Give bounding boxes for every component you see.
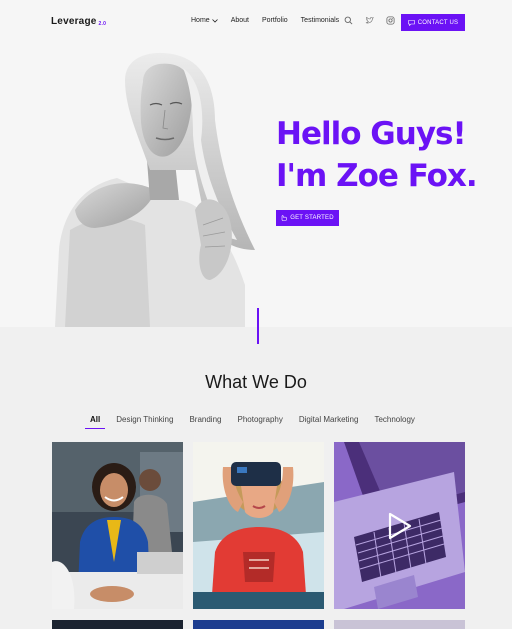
nav-portfolio-label: Portfolio (261, 17, 288, 24)
chevron-down-icon (211, 18, 218, 23)
get-started-button[interactable]: GET STARTED (276, 210, 339, 226)
hand-pointer-icon (281, 215, 287, 221)
get-started-label: GET STARTED (290, 215, 334, 221)
portfolio-card-row2-2[interactable] (193, 620, 324, 629)
nav-portfolio[interactable]: Portfolio (262, 17, 288, 24)
navbar: Leverage 2.0 Home About Portfolio Testimo… (0, 0, 512, 44)
nav-testimonials-label: Testimonials (300, 17, 340, 24)
hero-title: Hello Guys! I'm Zoe Fox. (276, 113, 478, 197)
contact-us-button[interactable]: CONTACT US (401, 14, 465, 31)
filter-digital-marketing[interactable]: Digital Marketing (299, 415, 359, 429)
vr-headset-photo (193, 442, 324, 609)
nav-icons (344, 16, 395, 25)
portfolio-card-vr-headset[interactable] (193, 442, 324, 609)
nav-home[interactable]: Home (191, 17, 218, 24)
nav-about-label: About (230, 17, 249, 24)
logo[interactable]: Leverage 2.0 (51, 16, 106, 27)
portfolio-card-team-meeting[interactable] (52, 442, 183, 609)
logo-version: 2.0 (98, 21, 107, 27)
hero-section: Leverage 2.0 Home About Portfolio Testimo… (0, 0, 512, 327)
nav-links: Home About Portfolio Testimonials (191, 17, 339, 24)
nav-home-label: Home (191, 17, 210, 24)
portfolio-filters: All Design Thinking Branding Photography… (84, 415, 415, 429)
twitter-icon[interactable] (365, 16, 374, 25)
section-title: What We Do (205, 372, 307, 392)
filter-branding[interactable]: Branding (189, 415, 221, 429)
hero-title-line2: I'm Zoe Fox. (276, 158, 478, 194)
search-icon[interactable] (344, 16, 353, 25)
contact-us-label: CONTACT US (417, 19, 459, 26)
filter-technology[interactable]: Technology (374, 415, 414, 429)
instagram-icon[interactable] (386, 16, 395, 25)
portfolio-card-row2-1[interactable] (52, 620, 183, 629)
chat-icon (407, 19, 415, 26)
scroll-indicator (257, 308, 259, 344)
filter-photography[interactable]: Photography (237, 415, 282, 429)
laptop-video-photo (334, 442, 465, 609)
team-meeting-photo (52, 442, 183, 609)
portfolio-card-row2-3[interactable] (334, 620, 465, 629)
portfolio-card-laptop-video[interactable] (334, 442, 465, 609)
filter-all[interactable]: All (84, 415, 106, 429)
filter-design-thinking[interactable]: Design Thinking (116, 415, 173, 429)
hero-title-line1: Hello Guys! (276, 116, 467, 152)
nav-testimonials[interactable]: Testimonials (301, 17, 340, 24)
nav-about[interactable]: About (231, 17, 249, 24)
hero-portrait (55, 52, 255, 327)
logo-text: Leverage (51, 16, 97, 27)
